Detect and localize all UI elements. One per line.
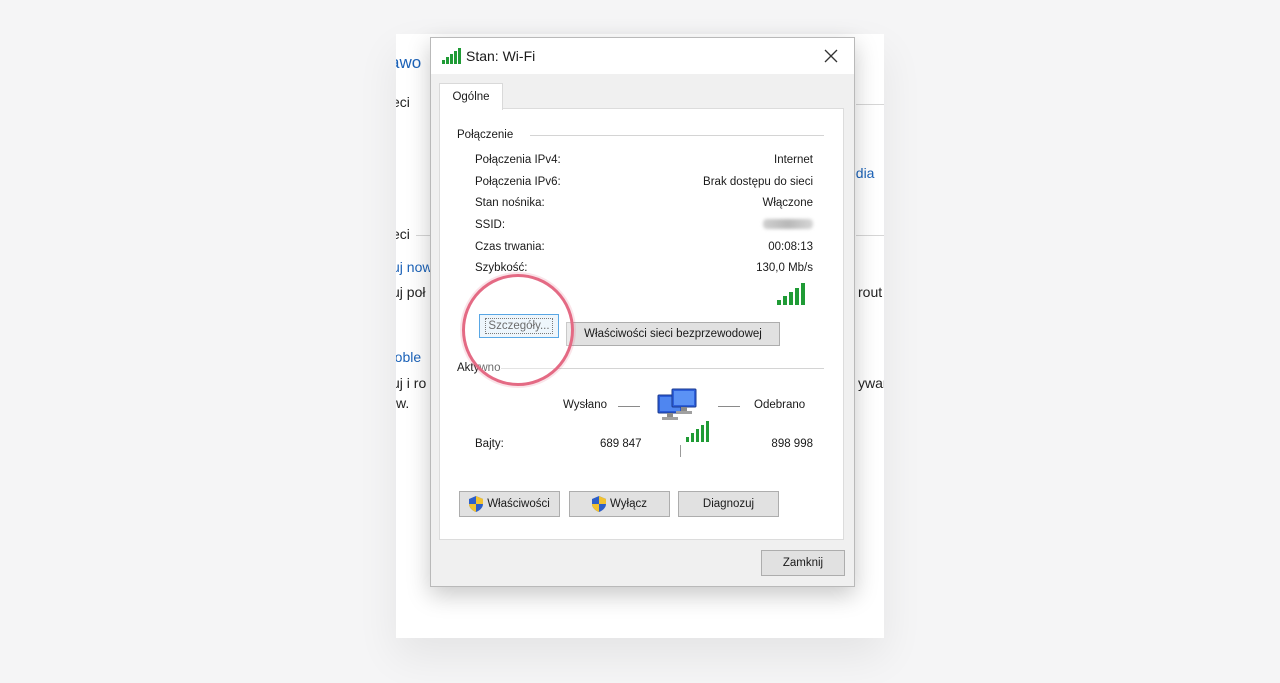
tab-general[interactable]: Ogólne — [439, 83, 503, 110]
bg-text-fragment: rout — [858, 284, 883, 300]
ipv4-label: Połączenia IPv4: — [475, 154, 561, 166]
ssid-value — [763, 219, 813, 232]
close-button[interactable] — [808, 38, 854, 74]
speed-label: Szybkość: — [475, 262, 528, 274]
uac-shield-icon — [469, 496, 484, 512]
network-computers-icon — [657, 388, 709, 442]
bg-text-fragment: uj i ro — [396, 375, 427, 391]
bg-divider — [416, 235, 430, 236]
bg-text-fragment: ywar — [858, 375, 884, 391]
bg-text-fragment: eci — [396, 226, 410, 242]
disable-button-label: Wyłącz — [610, 498, 647, 510]
bg-divider — [856, 235, 884, 236]
media-state-value: Włączone — [762, 197, 814, 209]
close-dialog-button[interactable]: Zamknij — [761, 550, 845, 576]
dialog-title: Stan: Wi-Fi — [466, 48, 536, 64]
connection-group-label: Połączenie — [457, 129, 520, 141]
bytes-sent-value: 689 847 — [600, 438, 642, 450]
ssid-label: SSID: — [475, 219, 506, 231]
properties-button-label: Właściwości — [487, 498, 550, 510]
bg-text-fragment: eci — [396, 94, 410, 110]
ipv6-label: Połączenia IPv6: — [475, 176, 561, 188]
details-button-label: Szczegóły... — [485, 318, 553, 334]
bytes-label: Bajty: — [475, 438, 504, 450]
sent-label: Wysłano — [563, 399, 607, 411]
wireless-properties-button[interactable]: Właściwości sieci bezprzewodowej — [566, 322, 780, 346]
duration-label: Czas trwania: — [475, 241, 545, 253]
general-tab-panel: Połączenie Połączenia IPv4: Internet Poł… — [439, 108, 844, 540]
ssid-redacted — [763, 219, 813, 229]
received-label: Odebrano — [754, 399, 806, 411]
close-icon — [824, 49, 838, 63]
diagnose-button[interactable]: Diagnozuj — [678, 491, 779, 517]
group-divider — [530, 135, 824, 136]
disable-button[interactable]: Wyłącz — [569, 491, 670, 517]
ipv4-value: Internet — [774, 154, 813, 166]
group-divider — [457, 368, 824, 369]
speed-value: 130,0 Mb/s — [756, 262, 813, 274]
dialog-titlebar[interactable]: Stan: Wi-Fi — [431, 38, 854, 74]
sent-dash — [618, 406, 640, 407]
bytes-received-value: 898 998 — [771, 438, 813, 450]
wifi-status-dialog: Stan: Wi-Fi Ogólne Połączenie Połączenia… — [430, 37, 855, 587]
activity-center-line — [680, 445, 681, 457]
media-state-label: Stan nośnika: — [475, 197, 545, 209]
bg-text-fragment: w. — [396, 395, 410, 411]
signal-quality-icon — [777, 283, 805, 305]
bg-divider — [856, 104, 884, 105]
bg-heading-fragment: awo — [396, 53, 422, 72]
bg-text-fragment: uj poł — [396, 284, 426, 300]
details-button[interactable]: Szczegóły... — [479, 314, 559, 338]
bg-link-fragment[interactable]: roble — [396, 349, 421, 365]
uac-shield-icon — [592, 496, 607, 512]
duration-value: 00:08:13 — [768, 241, 813, 253]
properties-button[interactable]: Właściwości — [459, 491, 560, 517]
ipv6-value: Brak dostępu do sieci — [703, 176, 813, 188]
wifi-signal-icon — [442, 48, 461, 64]
bg-link-fragment[interactable]: uj now — [396, 259, 432, 275]
activity-group-label: Aktywność — [457, 362, 501, 374]
received-dash — [718, 406, 740, 407]
